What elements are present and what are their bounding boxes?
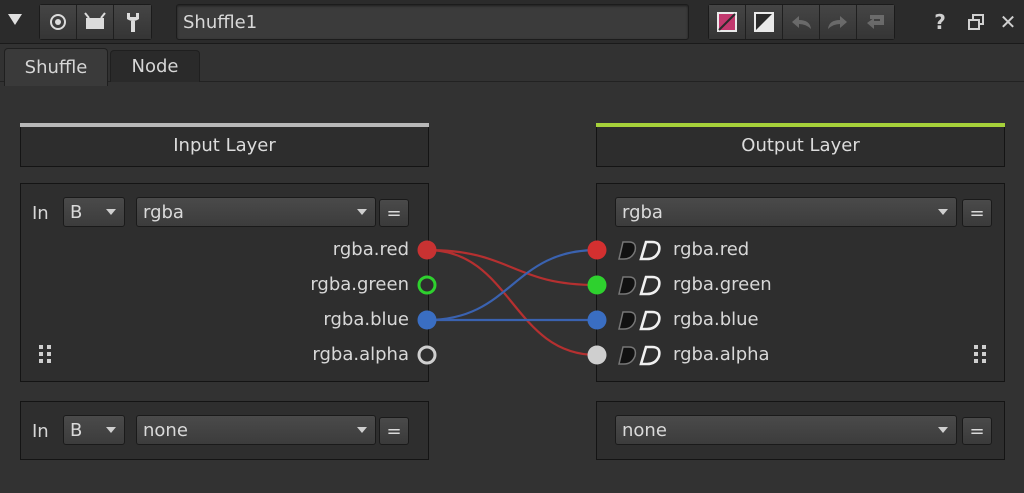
connection-wire[interactable] xyxy=(426,248,598,357)
white-mask-icon[interactable] xyxy=(639,310,661,331)
black-mask-icon[interactable] xyxy=(618,276,637,295)
input-channel-socket[interactable] xyxy=(417,345,437,365)
connection-wire[interactable] xyxy=(426,248,598,287)
input-channel-socket[interactable] xyxy=(417,310,437,330)
white-mask-icon[interactable] xyxy=(639,275,661,296)
black-mask-icon[interactable] xyxy=(618,346,637,365)
input-channel-socket[interactable] xyxy=(417,275,437,295)
channel-connections xyxy=(417,240,661,366)
output-channel-socket[interactable] xyxy=(587,310,607,330)
output-channel-socket[interactable] xyxy=(587,275,607,295)
white-mask-icon[interactable] xyxy=(639,345,661,366)
input-channel-socket[interactable] xyxy=(417,240,437,260)
black-mask-icon[interactable] xyxy=(618,311,637,330)
connection-wire[interactable] xyxy=(426,248,598,322)
white-mask-icon[interactable] xyxy=(639,240,661,261)
output-channel-socket[interactable] xyxy=(587,240,607,260)
output-channel-socket[interactable] xyxy=(587,345,607,365)
black-mask-icon[interactable] xyxy=(618,241,637,260)
